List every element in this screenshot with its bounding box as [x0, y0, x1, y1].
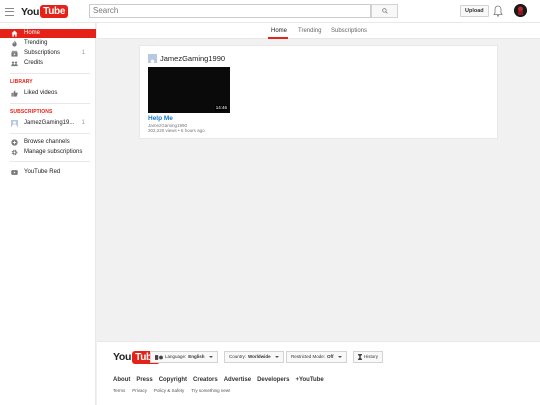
flame-icon — [12, 40, 17, 47]
country-button[interactable]: Country: Worldwide — [224, 351, 284, 363]
masthead: You Tube Search Upload — [0, 0, 540, 23]
footer-link-try-something-new[interactable]: Try something new! — [191, 388, 230, 393]
tab-trending[interactable]: Trending — [298, 27, 321, 36]
channel-avatar[interactable] — [148, 54, 157, 67]
sidebar-item-liked-videos[interactable]: Liked videos — [0, 89, 96, 98]
sidebar-item-browse-channels[interactable]: Browse channels — [0, 138, 96, 147]
video-duration: 14:46 — [214, 105, 228, 111]
active-tab-indicator — [268, 37, 288, 39]
tab-home[interactable]: Home — [271, 27, 287, 36]
chevron-down-icon — [208, 356, 213, 358]
language-button[interactable]: Language: English — [150, 351, 218, 363]
gear-icon — [11, 149, 18, 156]
sidebar-divider — [10, 103, 90, 104]
language-label: Language: — [165, 354, 187, 359]
sidebar-item-label: Credits — [24, 60, 44, 66]
thumbs-up-icon — [11, 90, 18, 97]
chevron-down-icon — [337, 356, 342, 358]
account-avatar[interactable] — [514, 4, 527, 17]
footer-link-press[interactable]: Press — [136, 377, 152, 383]
sidebar-item-credits[interactable]: Credits — [0, 59, 96, 68]
footer-link-policy-safety[interactable]: Policy & Safety — [154, 388, 184, 393]
sidebar-item-label: Manage subscriptions — [24, 149, 83, 155]
channel-avatar-icon — [11, 120, 18, 127]
history-label: History — [364, 354, 379, 359]
sidebar-item-label: Liked videos — [24, 90, 58, 96]
subscriptions-count: 1 — [81, 50, 85, 56]
footer-link-developers[interactable]: Developers — [257, 377, 289, 383]
hourglass-icon — [358, 354, 362, 360]
channel-name[interactable]: JamezGaming1990 — [160, 54, 225, 63]
sidebar-item-label: Subscriptions — [24, 50, 61, 56]
country-value: Worldwide — [248, 354, 271, 359]
logo-you-text: You — [21, 5, 40, 18]
sidebar-item-label: JamezGaming19... — [24, 120, 75, 126]
footer-link-privacy[interactable]: Privacy — [132, 388, 147, 393]
sidebar-item-label: Trending — [24, 40, 48, 46]
footer-link-advertise[interactable]: Advertise — [224, 377, 251, 383]
library-heading: LIBRARY — [10, 79, 33, 85]
home-icon — [11, 30, 18, 37]
sidebar-item-label: Browse channels — [24, 139, 70, 145]
channel-count: 1 — [81, 120, 85, 126]
restricted-label: Restricted Mode: — [291, 354, 326, 359]
subscriptions-icon — [11, 50, 18, 57]
footer-link-terms[interactable]: Terms — [113, 388, 125, 393]
footer-links: About Press Copyright Creators Advertise… — [113, 377, 324, 383]
language-icon — [155, 354, 163, 360]
sidebar-item-label: Home — [24, 30, 41, 36]
footer-link-creators[interactable]: Creators — [193, 377, 218, 383]
feed-tabs: Home Trending Subscriptions — [97, 23, 540, 39]
youtube-red-icon — [11, 170, 18, 175]
sidebar-item-channel[interactable]: JamezGaming19... 1 — [0, 119, 96, 128]
video-title[interactable]: Help Me — [148, 115, 173, 123]
hamburger-menu-icon[interactable] — [5, 5, 14, 17]
guide-sidebar: Home Trending Subscriptions 1 Credits LI… — [0, 23, 96, 405]
video-thumbnail[interactable]: 14:46 — [148, 67, 230, 113]
history-button[interactable]: History — [353, 351, 384, 363]
plus-circle-icon — [11, 139, 18, 146]
country-label: Country: — [229, 354, 247, 359]
sidebar-divider — [10, 73, 90, 74]
video-meta: 302,220 views • 6 hours ago — [148, 128, 205, 133]
language-value: English — [188, 354, 205, 359]
logo-you-text: You — [113, 351, 132, 363]
footer-link-plus-youtube[interactable]: +YouTube — [295, 377, 323, 383]
footer-sub-links: Terms Privacy Policy & Safety Try someth… — [113, 388, 230, 393]
restricted-mode-button[interactable]: Restricted Mode: Off — [286, 351, 347, 363]
footer-link-copyright[interactable]: Copyright — [159, 377, 187, 383]
bell-icon[interactable] — [493, 5, 503, 17]
chevron-down-icon — [274, 356, 279, 358]
sidebar-divider — [10, 161, 90, 162]
youtube-logo[interactable]: You Tube — [21, 5, 69, 18]
feed-shelf: JamezGaming1990 14:46 Help Me JamezGamin… — [139, 45, 498, 139]
search-icon — [381, 8, 388, 14]
sidebar-item-home[interactable]: Home — [0, 29, 96, 38]
sidebar-item-trending[interactable]: Trending — [0, 39, 96, 48]
upload-button[interactable]: Upload — [460, 5, 489, 17]
subscriptions-heading: SUBSCRIPTIONS — [10, 109, 53, 115]
sidebar-item-manage-subscriptions[interactable]: Manage subscriptions — [0, 148, 96, 157]
search-input[interactable]: Search — [89, 4, 371, 18]
footer: You Tube Language: English Country: Worldwi… — [97, 341, 540, 405]
credits-icon — [11, 61, 18, 67]
sidebar-item-label: YouTube Red — [24, 169, 61, 175]
sidebar-item-youtube-red[interactable]: YouTube Red — [0, 168, 96, 177]
footer-link-about[interactable]: About — [113, 377, 130, 383]
sidebar-divider — [10, 133, 90, 134]
search-button[interactable] — [371, 4, 398, 18]
restricted-value: Off — [327, 354, 334, 359]
tab-subscriptions[interactable]: Subscriptions — [331, 27, 367, 36]
logo-tube-text: Tube — [40, 5, 69, 18]
sidebar-item-subscriptions[interactable]: Subscriptions 1 — [0, 49, 96, 58]
